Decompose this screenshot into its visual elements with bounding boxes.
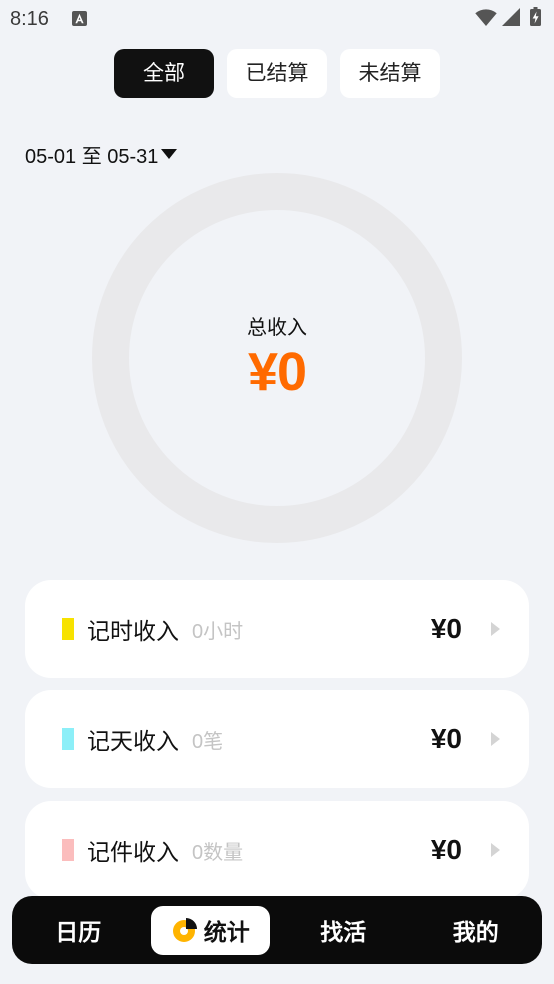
date-range-label: 05-01 至 05-31	[25, 145, 159, 168]
total-income-title: 总收入	[247, 317, 307, 339]
tab-all[interactable]: 全部	[114, 49, 214, 98]
a-notification-icon	[72, 11, 87, 26]
income-card-detail: 0小时	[192, 620, 244, 643]
tab-unsettled[interactable]: 未结算	[340, 49, 440, 98]
status-bar: 8:16	[0, 0, 554, 38]
tab-settled[interactable]: 已结算	[227, 49, 327, 98]
nav-label: 日历	[55, 919, 102, 945]
income-card-daily[interactable]: 记天收入 0笔 ¥0	[25, 690, 529, 788]
nav-item-mine[interactable]: 我的	[410, 896, 543, 964]
nav-label: 我的	[452, 919, 499, 945]
nav-item-find-work[interactable]: 找活	[277, 896, 410, 964]
nav-label: 找活	[320, 919, 367, 945]
nav-item-statistics[interactable]: 统计	[145, 896, 278, 964]
nav-label: 统计	[203, 919, 250, 945]
chevron-right-icon	[491, 732, 500, 746]
income-card-amount: ¥0	[430, 613, 462, 644]
chevron-right-icon	[491, 843, 500, 857]
income-card-hourly[interactable]: 记时收入 0小时 ¥0	[25, 580, 529, 678]
income-card-amount: ¥0	[430, 723, 462, 754]
income-card-piecework[interactable]: 记件收入 0数量 ¥0	[25, 801, 529, 899]
settlement-filter-tabs: 全部 已结算 未结算	[114, 49, 440, 98]
income-card-label: 记天收入	[87, 728, 179, 754]
battery-charging-icon	[530, 7, 541, 26]
income-card-label: 记时收入	[87, 618, 179, 644]
signal-icon	[502, 8, 520, 26]
total-income-amount: ¥0	[247, 342, 307, 402]
income-card-detail: 0数量	[192, 841, 244, 864]
date-range-selector[interactable]: 05-01 至 05-31	[25, 141, 178, 168]
status-time: 8:16	[10, 8, 49, 30]
chevron-right-icon	[491, 622, 500, 636]
nav-item-calendar[interactable]: 日历	[12, 896, 145, 964]
income-card-label: 记件收入	[87, 839, 179, 865]
color-indicator	[62, 618, 74, 640]
income-card-amount: ¥0	[430, 834, 462, 865]
color-indicator	[62, 839, 74, 861]
caret-down-icon	[161, 149, 178, 159]
pie-chart-icon	[172, 918, 197, 942]
bottom-navigation: 日历 统计 找活 我的	[12, 896, 542, 964]
wifi-icon	[475, 9, 497, 26]
color-indicator	[62, 728, 74, 750]
income-card-detail: 0笔	[192, 730, 224, 753]
statistics-screen: 8:16 全部 已结算 未结算 05-01 至 05-31 总收入 ¥0 记时收…	[0, 0, 554, 984]
